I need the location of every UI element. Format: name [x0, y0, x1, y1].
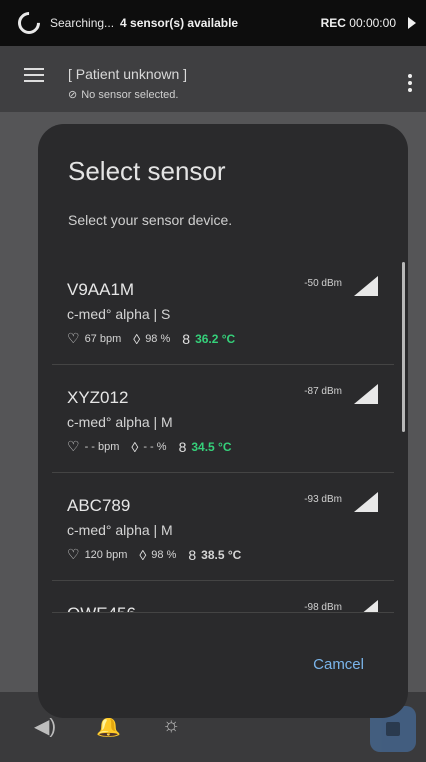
- patient-name: [ Patient unknown ]: [68, 66, 188, 82]
- signal-icon: [354, 600, 378, 612]
- temperature: 36.2 °C: [195, 331, 236, 346]
- sensor-model: c-med° alpha | S: [67, 306, 171, 322]
- spo2: 98 %: [145, 332, 171, 345]
- heart-icon: ♡: [67, 330, 80, 346]
- sensor-model: c-med° alpha | M: [67, 414, 173, 430]
- sensor-vitals: ♡ - - bpm ◊ - - % 8 34.5 °C: [67, 438, 244, 455]
- heart-rate: 67 bpm: [84, 332, 122, 345]
- menu-icon[interactable]: [24, 68, 44, 82]
- rec-status: REC 00:00:00: [321, 16, 396, 30]
- heart-rate: 120 bpm: [84, 548, 128, 561]
- cancel-button[interactable]: Camcel: [313, 656, 364, 673]
- status-bar: Searching... 4 sensor(s) available REC 0…: [0, 0, 426, 46]
- sensor-list[interactable]: V9AA1M c-med° alpha | S ♡ 67 bpm ◊ 98 % 83…: [38, 256, 408, 612]
- sensor-item[interactable]: XYZ012 c-med° alpha | M ♡ - - bpm ◊ - - % …: [38, 364, 408, 472]
- sensor-item[interactable]: ABC789 c-med° alpha | M ♡ 120 bpm ◊ 98 % 8…: [38, 472, 408, 580]
- more-options-icon[interactable]: [408, 74, 412, 95]
- sensor-item[interactable]: QWE456 -98 dBm: [38, 580, 408, 612]
- volume-icon[interactable]: ◀): [34, 714, 56, 739]
- temperature: 34.5 °C: [191, 439, 232, 454]
- play-icon[interactable]: [408, 17, 416, 29]
- drop-icon: ◊: [139, 546, 147, 563]
- temperature: 38.5 °C: [201, 547, 242, 562]
- thermometer-icon: 8: [182, 330, 191, 347]
- signal-strength: -50 dBm: [304, 278, 342, 289]
- sensor-vitals: ♡ 67 bpm ◊ 98 % 8 36.2 °C: [67, 330, 247, 347]
- app-bar: [ Patient unknown ] ⊘ No sensor selected…: [0, 46, 426, 112]
- signal-icon: [354, 384, 378, 404]
- heart-rate: - - bpm: [84, 440, 120, 453]
- sensor-count: 4 sensor(s) available: [120, 16, 239, 30]
- thermometer-icon: 8: [188, 546, 197, 563]
- sensor-model: c-med° alpha | M: [67, 522, 173, 538]
- search-status: Searching...: [50, 16, 115, 30]
- signal-icon: [354, 276, 378, 296]
- rec-label: REC: [320, 16, 346, 30]
- signal-strength: -93 dBm: [304, 494, 342, 505]
- dialog-title: Select sensor: [68, 156, 226, 186]
- spinner-icon: [13, 7, 45, 39]
- spo2: 98 %: [151, 548, 177, 561]
- signal-strength: -87 dBm: [304, 386, 342, 397]
- sensor-status: ⊘ No sensor selected.: [68, 88, 179, 102]
- sensor-vitals: ♡ 120 bpm ◊ 98 % 8 38.5 °C: [67, 546, 253, 563]
- heart-icon: ♡: [67, 546, 80, 562]
- signal-icon: [354, 492, 378, 512]
- signal-strength: -98 dBm: [304, 602, 342, 612]
- heart-icon: ♡: [67, 438, 80, 454]
- thermometer-icon: 8: [178, 438, 187, 455]
- drop-icon: ◊: [133, 330, 141, 347]
- scrollbar[interactable]: [402, 262, 405, 432]
- drop-icon: ◊: [131, 438, 139, 455]
- sensor-name: V9AA1M: [67, 280, 135, 299]
- sensor-name: ABC789: [67, 496, 131, 515]
- sensor-name: QWE456: [67, 604, 136, 612]
- no-sensor-icon: ⊘: [68, 89, 78, 101]
- sensor-item[interactable]: V9AA1M c-med° alpha | S ♡ 67 bpm ◊ 98 % 83…: [38, 256, 408, 364]
- dialog-subtitle: Select your sensor device.: [68, 212, 233, 228]
- spo2: - - %: [143, 440, 167, 453]
- stop-icon: [386, 722, 400, 736]
- select-sensor-dialog: Select sensor Select your sensor device.…: [38, 124, 408, 718]
- divider: [52, 612, 394, 613]
- rec-time: 00:00:00: [349, 16, 396, 30]
- sensor-status-text: No sensor selected.: [81, 88, 179, 101]
- sensor-name: XYZ012: [67, 388, 129, 407]
